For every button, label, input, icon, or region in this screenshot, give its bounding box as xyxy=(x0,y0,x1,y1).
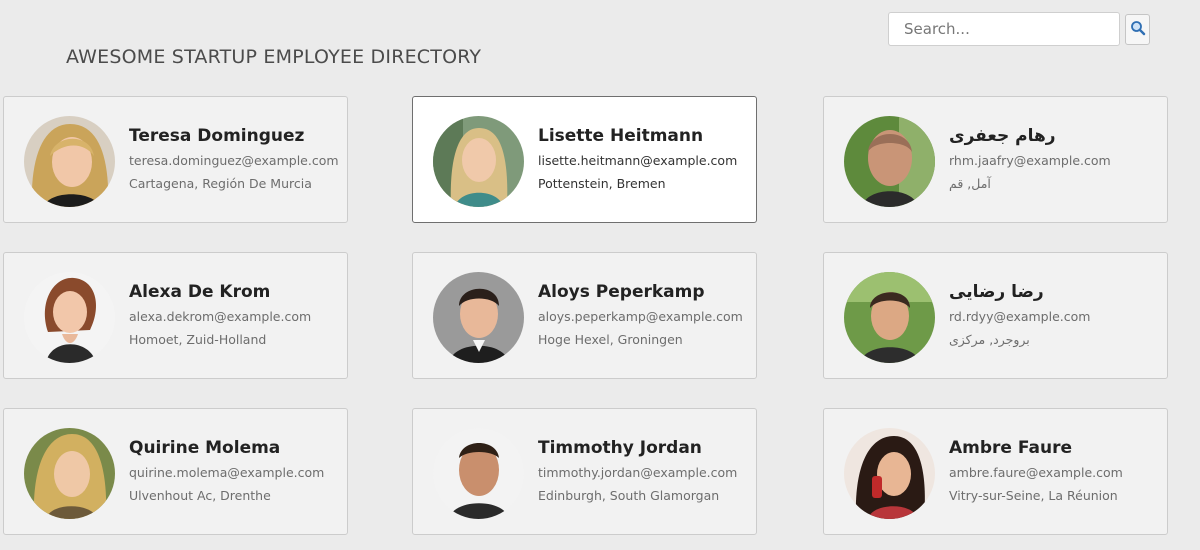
employee-directory-page: AWESOME STARTUP EMPLOYEE DIRECTORY Teres… xyxy=(0,0,1200,550)
employee-name: Lisette Heitmann xyxy=(538,126,704,146)
employee-email: teresa.dominguez@example.com xyxy=(129,153,339,168)
employee-name: Alexa De Krom xyxy=(129,282,271,302)
employee-name: Ambre Faure xyxy=(949,438,1072,458)
search-button[interactable] xyxy=(1125,14,1150,45)
employee-location: بروجرد, مرکزی xyxy=(949,332,1030,347)
employee-name: رضا رضایی xyxy=(949,282,1044,302)
avatar xyxy=(24,116,115,207)
avatar xyxy=(844,428,935,519)
employee-card[interactable]: Timmothy Jordan timmothy.jordan@example.… xyxy=(412,408,757,535)
employee-email: timmothy.jordan@example.com xyxy=(538,465,738,480)
employee-card[interactable]: Teresa Dominguez teresa.dominguez@exampl… xyxy=(3,96,348,223)
employee-card[interactable]: رضا رضایی rd.rdyy@example.com بروجرد, مر… xyxy=(823,252,1168,379)
employee-location: Cartagena, Región De Murcia xyxy=(129,176,312,191)
employee-email: ambre.faure@example.com xyxy=(949,465,1123,480)
employee-name: Quirine Molema xyxy=(129,438,281,458)
employee-card[interactable]: Aloys Peperkamp aloys.peperkamp@example.… xyxy=(412,252,757,379)
employee-name: رهام جعفری xyxy=(949,126,1056,146)
employee-email: rhm.jaafry@example.com xyxy=(949,153,1111,168)
avatar xyxy=(433,272,524,363)
employee-card[interactable]: Lisette Heitmann lisette.heitmann@exampl… xyxy=(412,96,757,223)
employee-card[interactable]: Alexa De Krom alexa.dekrom@example.com H… xyxy=(3,252,348,379)
employee-location: Homoet, Zuid-Holland xyxy=(129,332,267,347)
search-input[interactable] xyxy=(888,12,1120,46)
avatar xyxy=(844,272,935,363)
employee-email: alexa.dekrom@example.com xyxy=(129,309,312,324)
employee-name: Teresa Dominguez xyxy=(129,126,305,146)
employee-card[interactable]: Ambre Faure ambre.faure@example.com Vitr… xyxy=(823,408,1168,535)
employee-card[interactable]: Quirine Molema quirine.molema@example.co… xyxy=(3,408,348,535)
employee-location: آمل, قم xyxy=(949,176,991,191)
employee-location: Edinburgh, South Glamorgan xyxy=(538,488,720,503)
employee-name: Timmothy Jordan xyxy=(538,438,702,458)
avatar xyxy=(24,428,115,519)
employee-card[interactable]: رهام جعفری rhm.jaafry@example.com آمل, ق… xyxy=(823,96,1168,223)
avatar xyxy=(433,116,524,207)
employee-location: Vitry-sur-Seine, La Réunion xyxy=(949,488,1118,503)
avatar xyxy=(24,272,115,363)
page-title: AWESOME STARTUP EMPLOYEE DIRECTORY xyxy=(66,46,482,68)
employee-email: lisette.heitmann@example.com xyxy=(538,153,738,168)
employee-email: quirine.molema@example.com xyxy=(129,465,325,480)
employee-location: Pottenstein, Bremen xyxy=(538,176,666,191)
avatar xyxy=(844,116,935,207)
employee-email: rd.rdyy@example.com xyxy=(949,309,1091,324)
avatar xyxy=(433,428,524,519)
magnifier-icon xyxy=(1130,20,1146,39)
employee-location: Ulvenhout Ac, Drenthe xyxy=(129,488,271,503)
employee-name: Aloys Peperkamp xyxy=(538,282,705,302)
employee-location: Hoge Hexel, Groningen xyxy=(538,332,683,347)
employee-email: aloys.peperkamp@example.com xyxy=(538,309,743,324)
